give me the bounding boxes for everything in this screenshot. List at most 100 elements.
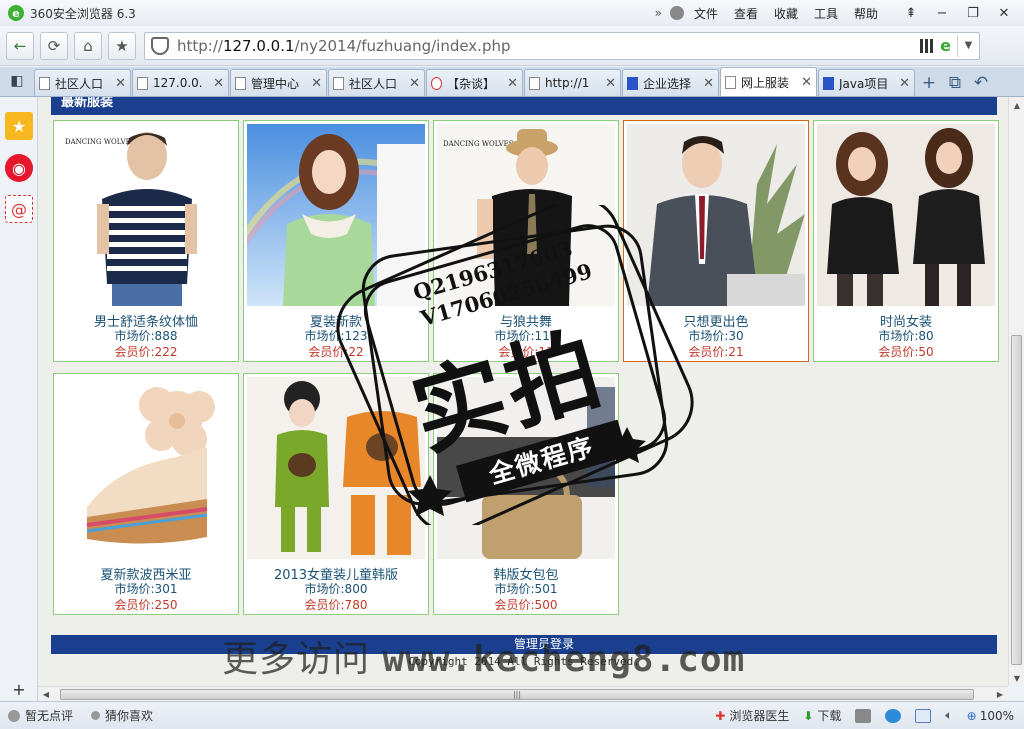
back-arrow-icon: ← — [13, 36, 27, 55]
address-bar[interactable]: http://127.0.0.1/ny2014/fuzhuang/index.p… — [144, 31, 980, 60]
product-card[interactable]: 夏新款波西米亚 市场价:301 会员价:250 — [53, 373, 239, 615]
product-image-womens-wear[interactable] — [817, 124, 995, 306]
scroll-down-icon[interactable]: ▼ — [1009, 670, 1024, 686]
tab-close-icon[interactable]: ✕ — [115, 76, 126, 91]
window-title: 360安全浏览器 6.3 — [30, 6, 136, 21]
home-icon: ⌂ — [83, 36, 93, 55]
weibo-icon[interactable]: ◉ — [5, 154, 33, 182]
product-card[interactable]: 时尚女装 市场价:80 会员价:50 — [813, 120, 999, 362]
watermark-site: 更多访问 www.kecheng8.com — [222, 630, 745, 682]
watermark-site-url: www.kecheng8.com — [382, 639, 746, 680]
sidebar-toggle-icon[interactable]: ◧ — [0, 66, 34, 96]
more-arrows-icon[interactable]: » — [655, 6, 662, 20]
market-price: 市场价:501 — [494, 582, 558, 596]
guess-you-like-label: 猜你喜欢 — [105, 709, 154, 723]
tab-close-icon[interactable]: ✕ — [311, 76, 322, 91]
member-price: 会员价:250 — [114, 598, 178, 612]
download-item[interactable]: ⬇ 下载 — [803, 707, 841, 724]
favorite-button[interactable]: ★ — [108, 31, 136, 60]
p2p-icon[interactable] — [855, 708, 872, 723]
tab-5[interactable]: http://1 ✕ — [524, 69, 621, 96]
url-text[interactable]: http://127.0.0.1/ny2014/fuzhuang/index.p… — [177, 37, 511, 55]
navigation-bar: ← ⟳ ⌂ ★ http://127.0.0.1/ny2014/fuzhuang… — [0, 26, 1024, 66]
product-image-wedge-sandal[interactable] — [57, 377, 235, 559]
download-arrow-icon: ⬇ — [803, 708, 814, 723]
tab-7[interactable]: 网上服装 ✕ — [720, 67, 817, 96]
tab-4[interactable]: 【杂谈】 ✕ — [426, 69, 523, 96]
star-icon: ★ — [115, 36, 129, 55]
undo-close-icon[interactable]: ↶ — [968, 69, 994, 96]
favorites-star-icon[interactable]: ★ — [5, 112, 33, 140]
url-path: /ny2014/fuzhuang/index.php — [294, 36, 511, 55]
ie-mode-icon[interactable]: e — [940, 36, 951, 55]
add-sidebar-icon[interactable]: + — [5, 675, 33, 703]
scroll-left-icon[interactable]: ◀ — [38, 687, 54, 702]
vertical-scrollbar[interactable]: ▲ ▼ — [1008, 97, 1024, 686]
menu-tools[interactable]: 工具 — [814, 5, 838, 22]
chrome-icon — [431, 76, 442, 90]
tab-label: 企业选择 — [643, 76, 692, 91]
tab-6[interactable]: 企业选择 ✕ — [622, 69, 719, 96]
vertical-scroll-thumb[interactable] — [1011, 335, 1022, 665]
browser-doctor-item[interactable]: ✚ 浏览器医生 — [715, 707, 789, 724]
browser-doctor-label: 浏览器医生 — [729, 709, 790, 723]
new-tab-plus-icon[interactable]: + — [916, 69, 942, 96]
back-button[interactable]: ← — [6, 31, 34, 60]
status-bar: 暂无点评 猜你喜欢 ✚ 浏览器医生 ⬇ 下载 🔈︎ ⊕ 100% — [0, 701, 1024, 729]
refresh-button[interactable]: ⟳ — [40, 31, 68, 60]
market-price: 市场价:888 — [114, 329, 178, 343]
menu-view[interactable]: 查看 — [734, 5, 758, 22]
home-button[interactable]: ⌂ — [74, 31, 102, 60]
user-icon[interactable] — [669, 6, 684, 20]
zoom-magnifier-icon: ⊕ — [966, 708, 977, 723]
menu-favorites[interactable]: 收藏 — [774, 5, 798, 22]
member-price: 会员价:780 — [304, 598, 368, 612]
product-card[interactable]: DANCING WOLVES 男士舒适条纹体恤 市场价:888 会员价:222 — [53, 120, 239, 362]
shield-icon — [151, 36, 169, 55]
member-price: 会员价:50 — [878, 345, 934, 359]
tab-close-icon[interactable]: ✕ — [409, 76, 420, 91]
product-image-striped-tee[interactable]: DANCING WOLVES — [57, 124, 235, 306]
horizontal-scroll-thumb[interactable]: ||| — [60, 689, 974, 700]
market-price: 市场价:800 — [304, 582, 368, 596]
zoom-control[interactable]: ⊕ 100% — [967, 709, 1014, 723]
tab-0[interactable]: 社区人口 ✕ — [34, 69, 131, 96]
minimize-icon[interactable]: − — [928, 2, 956, 24]
tab-close-icon[interactable]: ✕ — [899, 76, 910, 91]
tab-close-icon[interactable]: ✕ — [605, 76, 616, 91]
left-sidebar: ★ ◉ @ + — [0, 97, 38, 701]
medical-plus-icon: ✚ — [715, 708, 726, 723]
volume-icon[interactable]: 🔈︎ — [945, 708, 952, 723]
scroll-up-icon[interactable]: ▲ — [1009, 97, 1024, 113]
pin-icon[interactable]: ⇞ — [897, 2, 925, 24]
window-icon[interactable] — [915, 708, 932, 723]
title-bar: e 360安全浏览器 6.3 » 文件 查看 收藏 工具 帮助 ⇞ − ❐ ✕ — [0, 0, 1024, 26]
chevron-down-icon[interactable]: ▼ — [957, 34, 979, 57]
restore-icon[interactable]: ❐ — [959, 2, 987, 24]
menu-file[interactable]: 文件 — [694, 5, 718, 22]
tab-close-icon[interactable]: ✕ — [703, 76, 714, 91]
baidu-paw-icon — [627, 76, 638, 90]
tab-8[interactable]: Java项目 ✕ — [818, 69, 915, 96]
close-icon[interactable]: ✕ — [990, 2, 1018, 24]
download-label: 下载 — [817, 709, 842, 723]
tab-list-icon[interactable]: ⧉ — [942, 69, 968, 96]
ie-core-icon[interactable] — [885, 708, 902, 723]
tab-label: 社区人口 — [349, 76, 398, 91]
tab-close-icon[interactable]: ✕ — [801, 75, 812, 90]
menu-help[interactable]: 帮助 — [854, 5, 878, 22]
guess-you-like-item[interactable]: 猜你喜欢 — [91, 707, 153, 724]
tab-2[interactable]: 管理中心 ✕ — [230, 69, 327, 96]
tab-close-icon[interactable]: ✕ — [213, 76, 224, 91]
tab-label: Java项目 — [839, 76, 889, 91]
qr-code-icon[interactable] — [920, 38, 935, 53]
horizontal-scrollbar[interactable]: ◀ ||| ▶ — [38, 686, 1008, 701]
tab-1[interactable]: 127.0.0. ✕ — [132, 69, 229, 96]
watermark-site-prefix: 更多访问 — [222, 639, 371, 680]
no-rating-item[interactable]: 暂无点评 — [8, 707, 73, 724]
scroll-right-icon[interactable]: ▶ — [992, 687, 1008, 702]
tab-close-icon[interactable]: ✕ — [507, 76, 518, 91]
tab-3[interactable]: 社区人口 ✕ — [328, 69, 425, 96]
zoom-level: 100% — [979, 708, 1014, 723]
mail-icon[interactable]: @ — [5, 195, 33, 223]
